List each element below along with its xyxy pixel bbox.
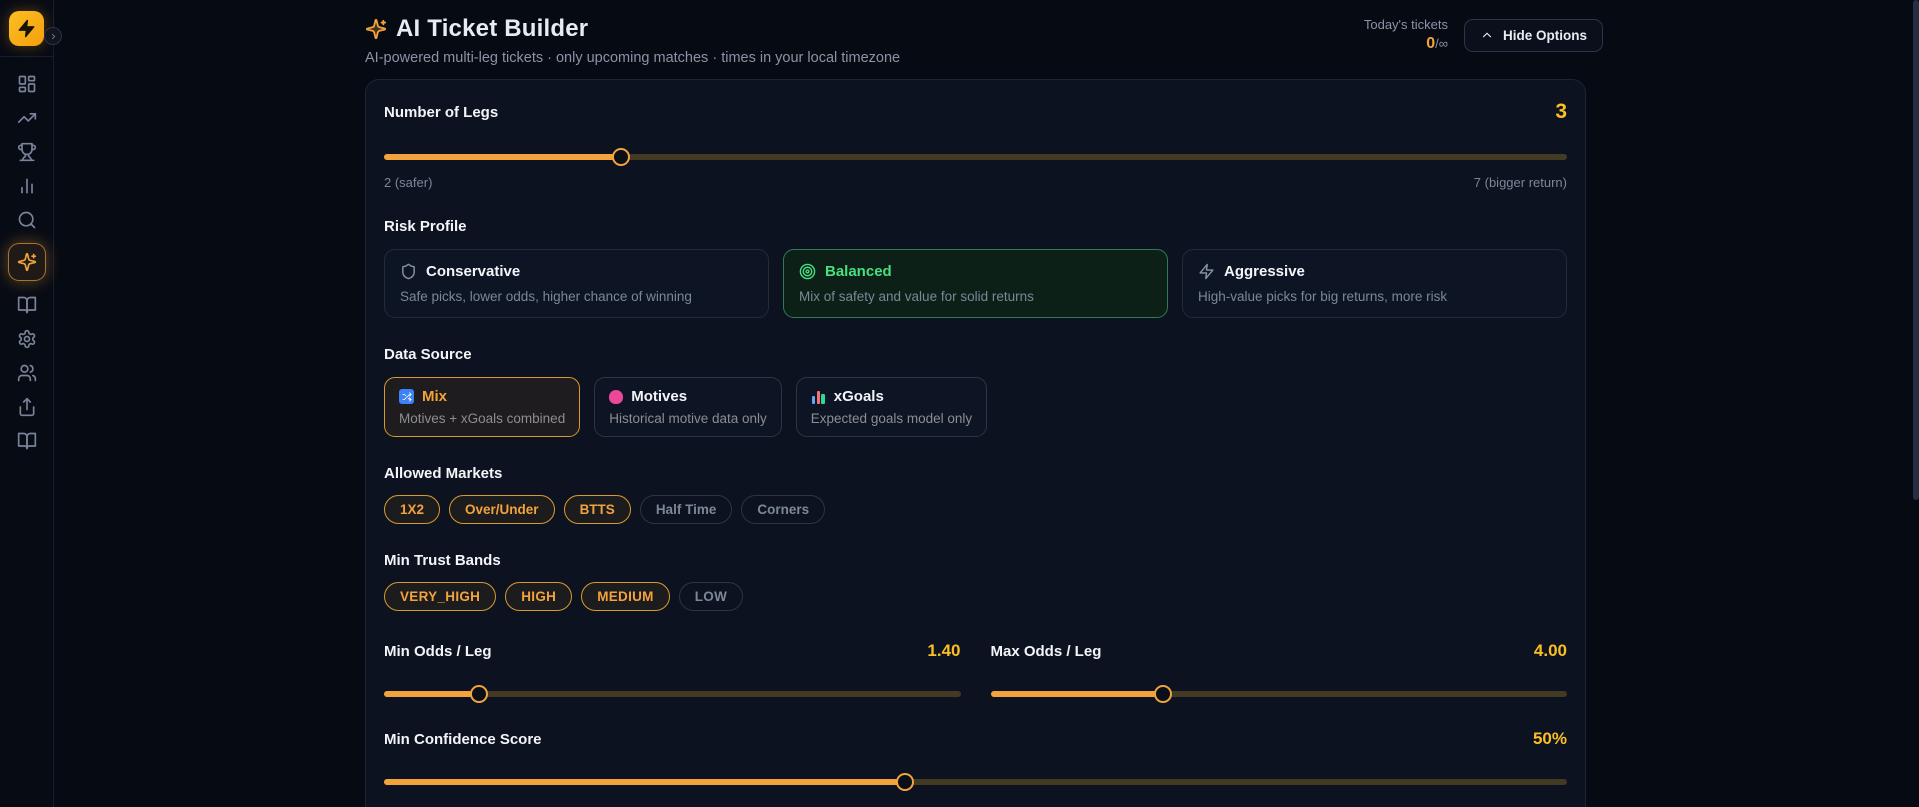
bar-chart-icon bbox=[811, 389, 826, 404]
risk-profile-label: Risk Profile bbox=[384, 218, 467, 235]
target-icon bbox=[799, 263, 816, 280]
todays-tickets: Today's tickets 0/∞ bbox=[1364, 17, 1448, 53]
trust-bands-label: Min Trust Bands bbox=[384, 552, 501, 569]
max-odds-block: Max Odds / Leg 4.00 bbox=[990, 641, 1567, 703]
chevron-right-icon bbox=[51, 33, 55, 39]
risk-options: Conservative Safe picks, lower odds, hig… bbox=[384, 249, 1567, 318]
legs-header: Number of Legs 3 bbox=[384, 100, 1567, 124]
page-title: AI Ticket Builder bbox=[396, 15, 589, 42]
sidebar-item-share[interactable] bbox=[10, 396, 44, 417]
market-pill-half-time[interactable]: Half Time bbox=[639, 495, 733, 524]
shuffle-icon bbox=[399, 389, 414, 404]
legs-slider-thumb[interactable] bbox=[611, 148, 630, 166]
trust-pill-low[interactable]: LOW bbox=[678, 582, 744, 611]
sidebar-item-dashboard[interactable] bbox=[10, 73, 44, 94]
logo-block bbox=[0, 0, 53, 57]
sidebar-item-library[interactable] bbox=[10, 430, 44, 451]
trust-pills: VERY_HIGH HIGH MEDIUM LOW bbox=[384, 582, 1567, 611]
app-root: AI Ticket Builder AI-powered multi-leg t… bbox=[0, 0, 1919, 807]
market-pill-corners[interactable]: Corners bbox=[741, 495, 826, 524]
max-odds-value: 4.00 bbox=[1533, 641, 1567, 660]
brain-icon bbox=[609, 389, 624, 404]
max-odds-slider[interactable] bbox=[990, 685, 1567, 703]
odds-row: Min Odds / Leg 1.40 Max Odds / Leg 4.00 bbox=[384, 641, 1567, 703]
sidebar-item-ai-ticket-builder[interactable] bbox=[7, 243, 46, 281]
sidebar-item-settings[interactable] bbox=[10, 328, 44, 349]
users-icon bbox=[17, 364, 36, 381]
sidebar bbox=[0, 0, 62, 807]
market-pills: 1X2 Over/Under BTTS Half Time Corners bbox=[384, 495, 1567, 524]
max-odds-label: Max Odds / Leg bbox=[990, 642, 1102, 660]
todays-tickets-label: Today's tickets bbox=[1363, 17, 1448, 32]
risk-option-conservative[interactable]: Conservative Safe picks, lower odds, hig… bbox=[384, 249, 769, 318]
sidebar-item-trophy[interactable] bbox=[10, 141, 44, 162]
confidence-value: 50% bbox=[1532, 729, 1567, 748]
ticket-builder-card: Number of Legs 3 2 (safer) 7 (bigger ret… bbox=[365, 79, 1586, 807]
hide-options-label: Hide Options bbox=[1503, 27, 1587, 43]
sparkles-icon bbox=[365, 18, 387, 40]
chevron-up-icon bbox=[1482, 32, 1492, 38]
book-open-icon bbox=[17, 296, 36, 313]
sparkles-icon bbox=[17, 252, 36, 272]
legs-captions: 2 (safer) 7 (bigger return) bbox=[384, 175, 1567, 190]
zap-icon bbox=[18, 19, 35, 37]
confidence-slider-thumb[interactable] bbox=[895, 773, 914, 791]
main-content: AI Ticket Builder AI-powered multi-leg t… bbox=[54, 0, 1919, 807]
sidebar-item-trends[interactable] bbox=[10, 107, 44, 128]
header-right: Today's tickets 0/∞ Hide Options bbox=[1364, 17, 1603, 53]
sidebar-expand-button[interactable] bbox=[44, 27, 62, 45]
source-option-xgoals[interactable]: xGoals Expected goals model only bbox=[795, 377, 988, 437]
shield-icon bbox=[402, 263, 415, 280]
legs-label: Number of Legs bbox=[384, 103, 499, 121]
sidebar-item-community[interactable] bbox=[10, 362, 44, 383]
sidebar-item-playbook[interactable] bbox=[10, 294, 44, 315]
page-scrollbar[interactable] bbox=[1913, 0, 1919, 807]
title-block: AI Ticket Builder AI-powered multi-leg t… bbox=[365, 15, 900, 66]
sidebar-nav bbox=[0, 57, 53, 451]
trophy-icon bbox=[17, 142, 36, 161]
dashboard-icon bbox=[18, 75, 35, 92]
min-odds-slider-thumb[interactable] bbox=[470, 685, 489, 703]
confidence-slider[interactable] bbox=[384, 773, 1567, 791]
market-pill-over-under[interactable]: Over/Under bbox=[449, 495, 555, 524]
upload-icon bbox=[19, 397, 35, 416]
max-odds-slider-thumb[interactable] bbox=[1154, 685, 1173, 703]
sidebar-item-search[interactable] bbox=[10, 209, 44, 230]
min-odds-block: Min Odds / Leg 1.40 bbox=[384, 641, 961, 703]
market-pill-btts[interactable]: BTTS bbox=[563, 495, 631, 524]
risk-option-balanced[interactable]: Balanced Mix of safety and value for sol… bbox=[783, 249, 1168, 318]
zap-icon bbox=[1199, 263, 1214, 280]
legs-min-caption: 2 (safer) bbox=[384, 175, 433, 190]
trending-up-icon bbox=[17, 112, 36, 123]
source-option-motives[interactable]: Motives Historical motive data only bbox=[594, 377, 782, 437]
search-icon bbox=[18, 211, 35, 228]
min-odds-label: Min Odds / Leg bbox=[384, 642, 492, 660]
sidebar-item-stats[interactable] bbox=[10, 175, 44, 196]
trust-pill-high[interactable]: HIGH bbox=[505, 582, 573, 611]
page-header: AI Ticket Builder AI-powered multi-leg t… bbox=[365, 15, 1603, 66]
gear-icon bbox=[18, 329, 35, 348]
hide-options-button[interactable]: Hide Options bbox=[1464, 18, 1603, 52]
bar-chart-icon bbox=[20, 178, 33, 193]
trust-pill-very-high[interactable]: VERY_HIGH bbox=[384, 582, 497, 611]
legs-value: 3 bbox=[1555, 100, 1567, 123]
confidence-label: Min Confidence Score bbox=[384, 730, 542, 748]
allowed-markets-label: Allowed Markets bbox=[384, 465, 503, 482]
risk-option-aggressive[interactable]: Aggressive High-value picks for big retu… bbox=[1182, 249, 1567, 318]
todays-tickets-count: 0/∞ bbox=[1426, 35, 1448, 52]
trust-pill-medium[interactable]: MEDIUM bbox=[581, 582, 670, 611]
min-odds-value: 1.40 bbox=[927, 641, 961, 660]
min-odds-slider[interactable] bbox=[384, 685, 961, 703]
page-subtitle: AI-powered multi-leg tickets · only upco… bbox=[365, 50, 901, 66]
legs-slider[interactable] bbox=[384, 148, 1567, 166]
app-logo[interactable] bbox=[9, 10, 44, 46]
data-source-options: Mix Motives + xGoals combined Motives Hi… bbox=[384, 377, 1567, 437]
book-open-icon bbox=[17, 432, 36, 449]
scrollbar-thumb[interactable] bbox=[1913, 0, 1919, 501]
source-option-mix[interactable]: Mix Motives + xGoals combined bbox=[384, 377, 581, 437]
confidence-block: Min Confidence Score 50% bbox=[384, 729, 1567, 791]
legs-max-caption: 7 (bigger return) bbox=[1473, 175, 1567, 190]
data-source-label: Data Source bbox=[384, 346, 472, 363]
market-pill-1x2[interactable]: 1X2 bbox=[384, 495, 441, 524]
